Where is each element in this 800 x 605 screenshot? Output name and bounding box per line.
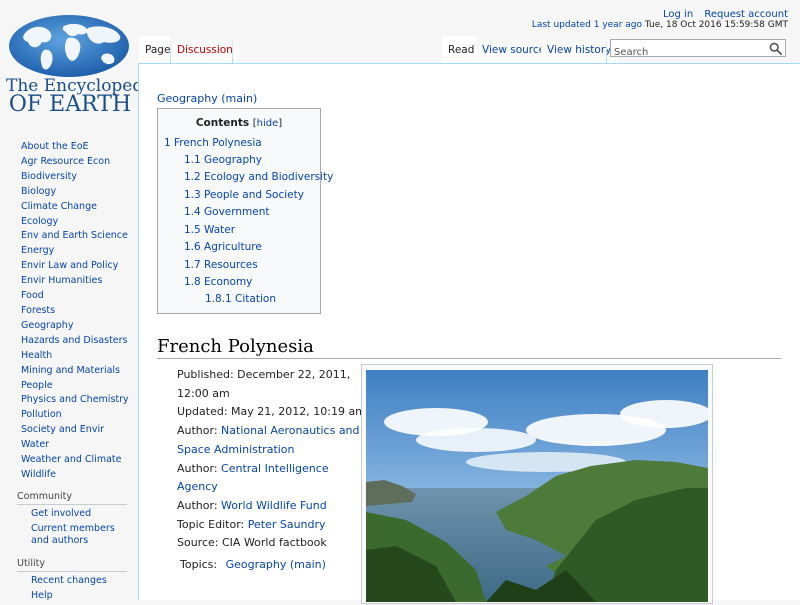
tab-separator [606,36,607,63]
login-link[interactable]: Log in [663,9,693,20]
breadcrumb[interactable]: Geography (main) [157,92,257,105]
toc-item[interactable]: 1.5 Water [184,224,235,236]
author-row: Author: National Aeronautics and Space A… [177,422,367,459]
sidebar-utility-heading: Utility [17,558,127,572]
topics-link[interactable]: Geography (main) [226,558,326,571]
sidebar-community-heading: Community [17,491,127,505]
topic-editor-row: Topic Editor: Peter Saundry [177,516,367,535]
sidebar-item-mining-materials[interactable]: Mining and Materials [21,365,120,376]
sidebar-item-biology[interactable]: Biology [21,186,56,197]
sidebar: About the EoE Agr Resource Econ Biodiver… [0,140,138,605]
toc-item[interactable]: 1 French Polynesia [164,137,262,149]
sidebar-item-agr-resource-econ[interactable]: Agr Resource Econ [21,156,110,167]
updated-label: Updated: [177,405,228,419]
author-label: Author: [177,424,218,438]
last-updated-date: Tue, 18 Oct 2016 15:59:58 GMT [644,20,788,30]
sidebar-topics-list: About the EoE Agr Resource Econ Biodiver… [0,140,138,483]
author-label: Author: [177,498,218,512]
sidebar-item-biodiversity[interactable]: Biodiversity [21,171,77,182]
tab-discussion[interactable]: Discussion [171,36,239,63]
source-value: CIA World factbook [222,536,327,550]
sidebar-item-food[interactable]: Food [21,290,44,301]
logo-text-line2: OF EARTH [8,92,132,117]
source-row: Source: CIA World factbook [177,534,367,553]
page-heading: French Polynesia [157,336,781,359]
toc-item[interactable]: 1.7 Resources [184,259,258,271]
last-updated: Last updated 1 year ago Tue, 18 Oct 2016… [532,20,788,30]
published-row: Published: December 22, 2011, 12:00 am [177,366,367,403]
site-logo[interactable]: The Encyclopedia OF EARTH [0,0,159,125]
updated-value: May 21, 2012, 10:19 am [231,405,366,419]
sidebar-item-ecology[interactable]: Ecology [21,216,58,227]
article-metadata: Published: December 22, 2011, 12:00 am U… [177,366,367,575]
sidebar-item-health[interactable]: Health [21,350,52,361]
toc-item[interactable]: 1.1 Geography [184,154,262,166]
sidebar-item-energy[interactable]: Energy [21,245,54,256]
tab-separator [232,36,233,63]
sidebar-item-recent-changes[interactable]: Recent changes [31,575,107,586]
toc-title: Contents [hide] [158,117,320,129]
topics-row: Topics: Geography (main) [180,556,367,575]
topic-editor-label: Topic Editor: [177,517,245,531]
sidebar-item-pollution[interactable]: Pollution [21,409,62,420]
tab-view-source[interactable]: View source [476,36,552,63]
content-area: Geography (main) Contents [hide] 1 Frenc… [138,63,800,604]
toc-item[interactable]: 1.4 Government [184,206,270,218]
last-updated-link[interactable]: Last updated 1 year ago [532,20,642,30]
sidebar-item-people[interactable]: People [21,380,53,391]
search-icon[interactable] [769,42,782,55]
topic-editor-link[interactable]: Peter Saundry [248,518,326,531]
updated-row: Updated: May 21, 2012, 10:19 am [177,403,367,422]
sidebar-item-env-earth-science[interactable]: Env and Earth Science [21,230,128,241]
sidebar-item-get-involved[interactable]: Get involved [31,508,91,519]
sidebar-item-envir-law-policy[interactable]: Envir Law and Policy [21,260,118,271]
sidebar-item-weather-climate[interactable]: Weather and Climate [21,454,121,465]
toc-item[interactable]: 1.8 Economy [184,276,252,288]
toc-item[interactable]: 1.6 Agriculture [184,241,262,253]
toc-title-text: Contents [195,117,250,129]
personal-tools: Log in Request account [655,9,788,20]
topics-label: Topics: [180,558,218,572]
toc-item[interactable]: 1.2 Ecology and Biodiversity [184,171,333,183]
author-link-wwf[interactable]: World Wildlife Fund [221,499,327,512]
request-account-link[interactable]: Request account [704,9,788,20]
published-label: Published: [177,368,234,381]
article-image-frame [361,364,713,604]
sidebar-item-water[interactable]: Water [21,439,49,450]
sidebar-item-wildlife[interactable]: Wildlife [21,469,56,480]
search-box [610,39,786,61]
author-label: Author: [177,461,218,475]
sidebar-item-help[interactable]: Help [31,590,53,601]
sidebar-item-physics-chemistry[interactable]: Physics and Chemistry [21,394,129,405]
author-row: Author: Central Intelligence Agency [177,460,367,497]
toc-item[interactable]: 1.3 People and Society [184,189,304,201]
sidebar-item-about[interactable]: About the EoE [21,141,89,152]
sidebar-item-current-members[interactable]: Current members and authors [31,523,115,546]
tab-read[interactable]: Read [442,36,481,63]
sidebar-item-hazards-disasters[interactable]: Hazards and Disasters [21,335,128,346]
toc-toggle[interactable]: [hide] [253,118,282,129]
sidebar-utility-list: Recent changes Help [0,575,138,605]
source-label: Source: [177,536,219,550]
author-row: Author: World Wildlife Fund [177,497,367,516]
search-input[interactable] [611,44,764,61]
sidebar-item-climate-change[interactable]: Climate Change [21,201,97,212]
toc-item[interactable]: 1.8.1 Citation [205,293,276,305]
sidebar-item-society-envir[interactable]: Society and Envir [21,424,104,435]
french-polynesia-photo[interactable] [366,370,708,602]
sidebar-item-geography[interactable]: Geography [21,320,73,331]
sidebar-community-list: Get involved Current members and authors [0,508,138,550]
sidebar-item-envir-humanities[interactable]: Envir Humanities [21,275,102,286]
table-of-contents: Contents [hide] 1 French Polynesia 1.1 G… [157,108,333,314]
globe-icon [9,15,129,77]
sidebar-item-forests[interactable]: Forests [21,305,55,316]
